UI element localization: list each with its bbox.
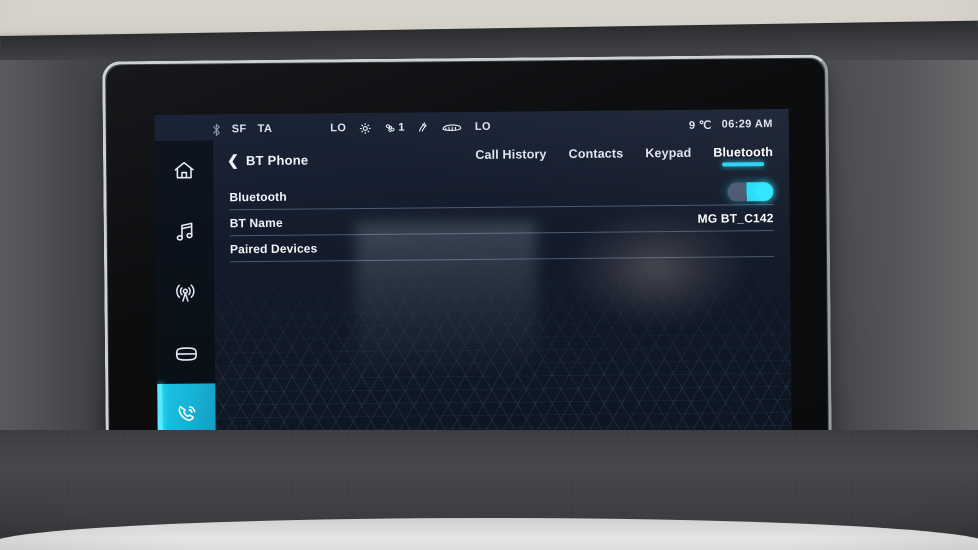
- clock: 06:29 AM: [721, 118, 773, 131]
- infotainment-screen: SF TA LO 1 LO 9 ℃ 06:29 AM ❮ BT Phone Ca…: [154, 108, 792, 445]
- music-note-icon: [173, 220, 197, 244]
- tab-contacts[interactable]: Contacts: [569, 146, 624, 168]
- tab-bar: Call History Contacts Keypad Bluetooth: [475, 144, 789, 168]
- sidebar-item-media[interactable]: [155, 201, 214, 262]
- tab-keypad[interactable]: Keypad: [645, 145, 691, 166]
- toggle-knob: [755, 183, 773, 201]
- row-label-bt-name: BT Name: [229, 215, 283, 230]
- climate-left-temp: LO: [330, 122, 347, 135]
- sidebar-item-vehicle[interactable]: [157, 323, 216, 384]
- main-panel: ❮ BT Phone Call History Contacts Keypad …: [213, 135, 792, 445]
- row-label-paired-devices: Paired Devices: [229, 240, 318, 256]
- row-paired-devices[interactable]: Paired Devices: [229, 231, 775, 263]
- outside-temperature: 9 ℃: [688, 119, 712, 132]
- car-icon: [173, 342, 198, 364]
- blower-icon: 1: [383, 122, 405, 134]
- blower-level: 1: [398, 121, 405, 134]
- sidebar: [154, 140, 216, 445]
- dashboard-photo: SF TA LO 1 LO 9 ℃ 06:29 AM ❮ BT Phone Ca…: [0, 0, 978, 550]
- home-icon: [172, 159, 196, 183]
- bluetooth-icon: [213, 123, 221, 136]
- rear-defrost-icon: [441, 121, 463, 133]
- airflow-icon: [417, 121, 429, 133]
- title-bar: ❮ BT Phone Call History Contacts Keypad …: [213, 135, 789, 181]
- settings-list: Bluetooth BT Name MG BT_C142 Paired Devi…: [213, 175, 790, 263]
- sidebar-item-radio[interactable]: [156, 262, 215, 323]
- status-sf-label: SF: [231, 123, 247, 136]
- bt-name-value: MG BT_C142: [697, 210, 774, 226]
- page-title: BT Phone: [245, 152, 309, 168]
- radio-antenna-icon: [173, 281, 197, 305]
- back-button[interactable]: ❮ BT Phone: [213, 152, 308, 168]
- row-label-bluetooth: Bluetooth: [229, 189, 287, 204]
- climate-right-temp: LO: [474, 120, 492, 133]
- status-bar-right: 9 ℃ 06:29 AM: [689, 117, 789, 131]
- tab-bluetooth[interactable]: Bluetooth: [713, 145, 773, 167]
- chevron-left-icon: ❮: [226, 152, 240, 169]
- status-bar-climate: LO 1 LO: [330, 120, 491, 135]
- bluetooth-toggle[interactable]: [727, 182, 774, 202]
- phone-icon: [174, 402, 199, 427]
- status-ta-label: TA: [257, 122, 273, 136]
- tab-call-history[interactable]: Call History: [475, 147, 546, 169]
- infotainment-head-unit: SF TA LO 1 LO 9 ℃ 06:29 AM ❮ BT Phone Ca…: [106, 58, 828, 454]
- fan-icon: [358, 121, 371, 134]
- status-bar-left: SF TA: [155, 122, 273, 136]
- sidebar-item-home[interactable]: [155, 140, 214, 201]
